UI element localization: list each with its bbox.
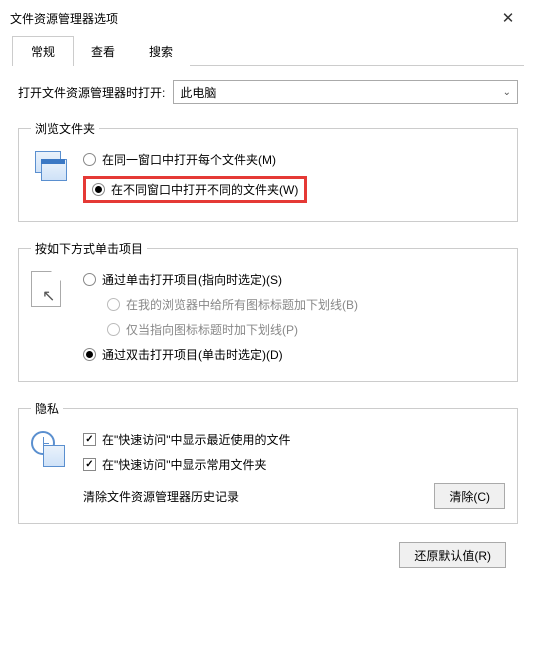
dialog-window: 文件资源管理器选项 ✕ 常规 查看 搜索 打开文件资源管理器时打开: 此电脑 ⌄…: [0, 0, 536, 649]
radio-icon: [83, 273, 96, 286]
click-style-legend: 按如下方式单击项目: [31, 240, 147, 257]
radio-underline-all-label: 在我的浏览器中给所有图标标题加下划线(B): [126, 296, 358, 313]
radio-new-window-label: 在不同窗口中打开不同的文件夹(W): [111, 181, 298, 198]
radio-icon: [107, 298, 120, 311]
open-target-select[interactable]: 此电脑 ⌄: [173, 80, 518, 104]
checkbox-frequent-folders[interactable]: 在"快速访问"中显示常用文件夹: [83, 452, 505, 477]
radio-icon: [92, 183, 105, 196]
checkbox-icon: [83, 433, 96, 446]
browse-folders-group: 浏览文件夹 在同一窗口中打开每个文件夹(M) 在不同窗口中打开不同的文件夹(W): [18, 120, 518, 222]
checkbox-frequent-folders-label: 在"快速访问"中显示常用文件夹: [102, 456, 267, 473]
highlight-box: 在不同窗口中打开不同的文件夹(W): [83, 176, 307, 203]
windows-icon: [31, 151, 67, 187]
page-cursor-icon: ↖: [31, 271, 61, 307]
checkbox-icon: [83, 458, 96, 471]
radio-double-click[interactable]: 通过双击打开项目(单击时选定)(D): [83, 342, 505, 367]
radio-icon: [83, 348, 96, 361]
clear-history-label: 清除文件资源管理器历史记录: [83, 488, 239, 505]
click-style-group: 按如下方式单击项目 ↖ 通过单击打开项目(指向时选定)(S) 在我的浏览器中给所…: [18, 240, 518, 382]
radio-underline-point: 仅当指向图标标题时加下划线(P): [83, 317, 505, 342]
radio-same-window[interactable]: 在同一窗口中打开每个文件夹(M): [83, 147, 505, 172]
radio-single-click[interactable]: 通过单击打开项目(指向时选定)(S): [83, 267, 505, 292]
window-title: 文件资源管理器选项: [10, 10, 118, 27]
open-target-value: 此电脑: [180, 84, 216, 101]
tab-view[interactable]: 查看: [74, 36, 132, 66]
radio-icon: [107, 323, 120, 336]
clear-button[interactable]: 清除(C): [434, 483, 505, 509]
checkbox-recent-files[interactable]: 在"快速访问"中显示最近使用的文件: [83, 427, 505, 452]
clock-icon: [31, 431, 71, 471]
radio-new-window[interactable]: 在不同窗口中打开不同的文件夹(W): [83, 172, 505, 207]
tab-strip: 常规 查看 搜索: [12, 36, 524, 66]
titlebar: 文件资源管理器选项 ✕: [0, 0, 536, 32]
radio-underline-point-label: 仅当指向图标标题时加下划线(P): [126, 321, 298, 338]
tab-general[interactable]: 常规: [12, 36, 74, 66]
radio-underline-all: 在我的浏览器中给所有图标标题加下划线(B): [83, 292, 505, 317]
open-target-label: 打开文件资源管理器时打开:: [18, 84, 165, 101]
radio-same-window-label: 在同一窗口中打开每个文件夹(M): [102, 151, 276, 168]
checkbox-recent-files-label: 在"快速访问"中显示最近使用的文件: [102, 431, 291, 448]
content-area: 常规 查看 搜索 打开文件资源管理器时打开: 此电脑 ⌄ 浏览文件夹 在同一窗口…: [0, 32, 536, 580]
restore-defaults-button[interactable]: 还原默认值(R): [399, 542, 506, 568]
radio-single-click-label: 通过单击打开项目(指向时选定)(S): [102, 271, 282, 288]
footer-buttons: 还原默认值(R): [12, 542, 524, 568]
close-icon[interactable]: ✕: [490, 9, 526, 27]
open-target-row: 打开文件资源管理器时打开: 此电脑 ⌄: [18, 80, 518, 104]
browse-folders-legend: 浏览文件夹: [31, 120, 99, 137]
privacy-group: 隐私 在"快速访问"中显示最近使用的文件 在"快速访问"中显示常用文件: [18, 400, 518, 524]
chevron-down-icon: ⌄: [503, 87, 511, 98]
radio-icon: [83, 153, 96, 166]
tab-search[interactable]: 搜索: [132, 36, 190, 66]
radio-double-click-label: 通过双击打开项目(单击时选定)(D): [102, 346, 283, 363]
privacy-legend: 隐私: [31, 400, 63, 417]
